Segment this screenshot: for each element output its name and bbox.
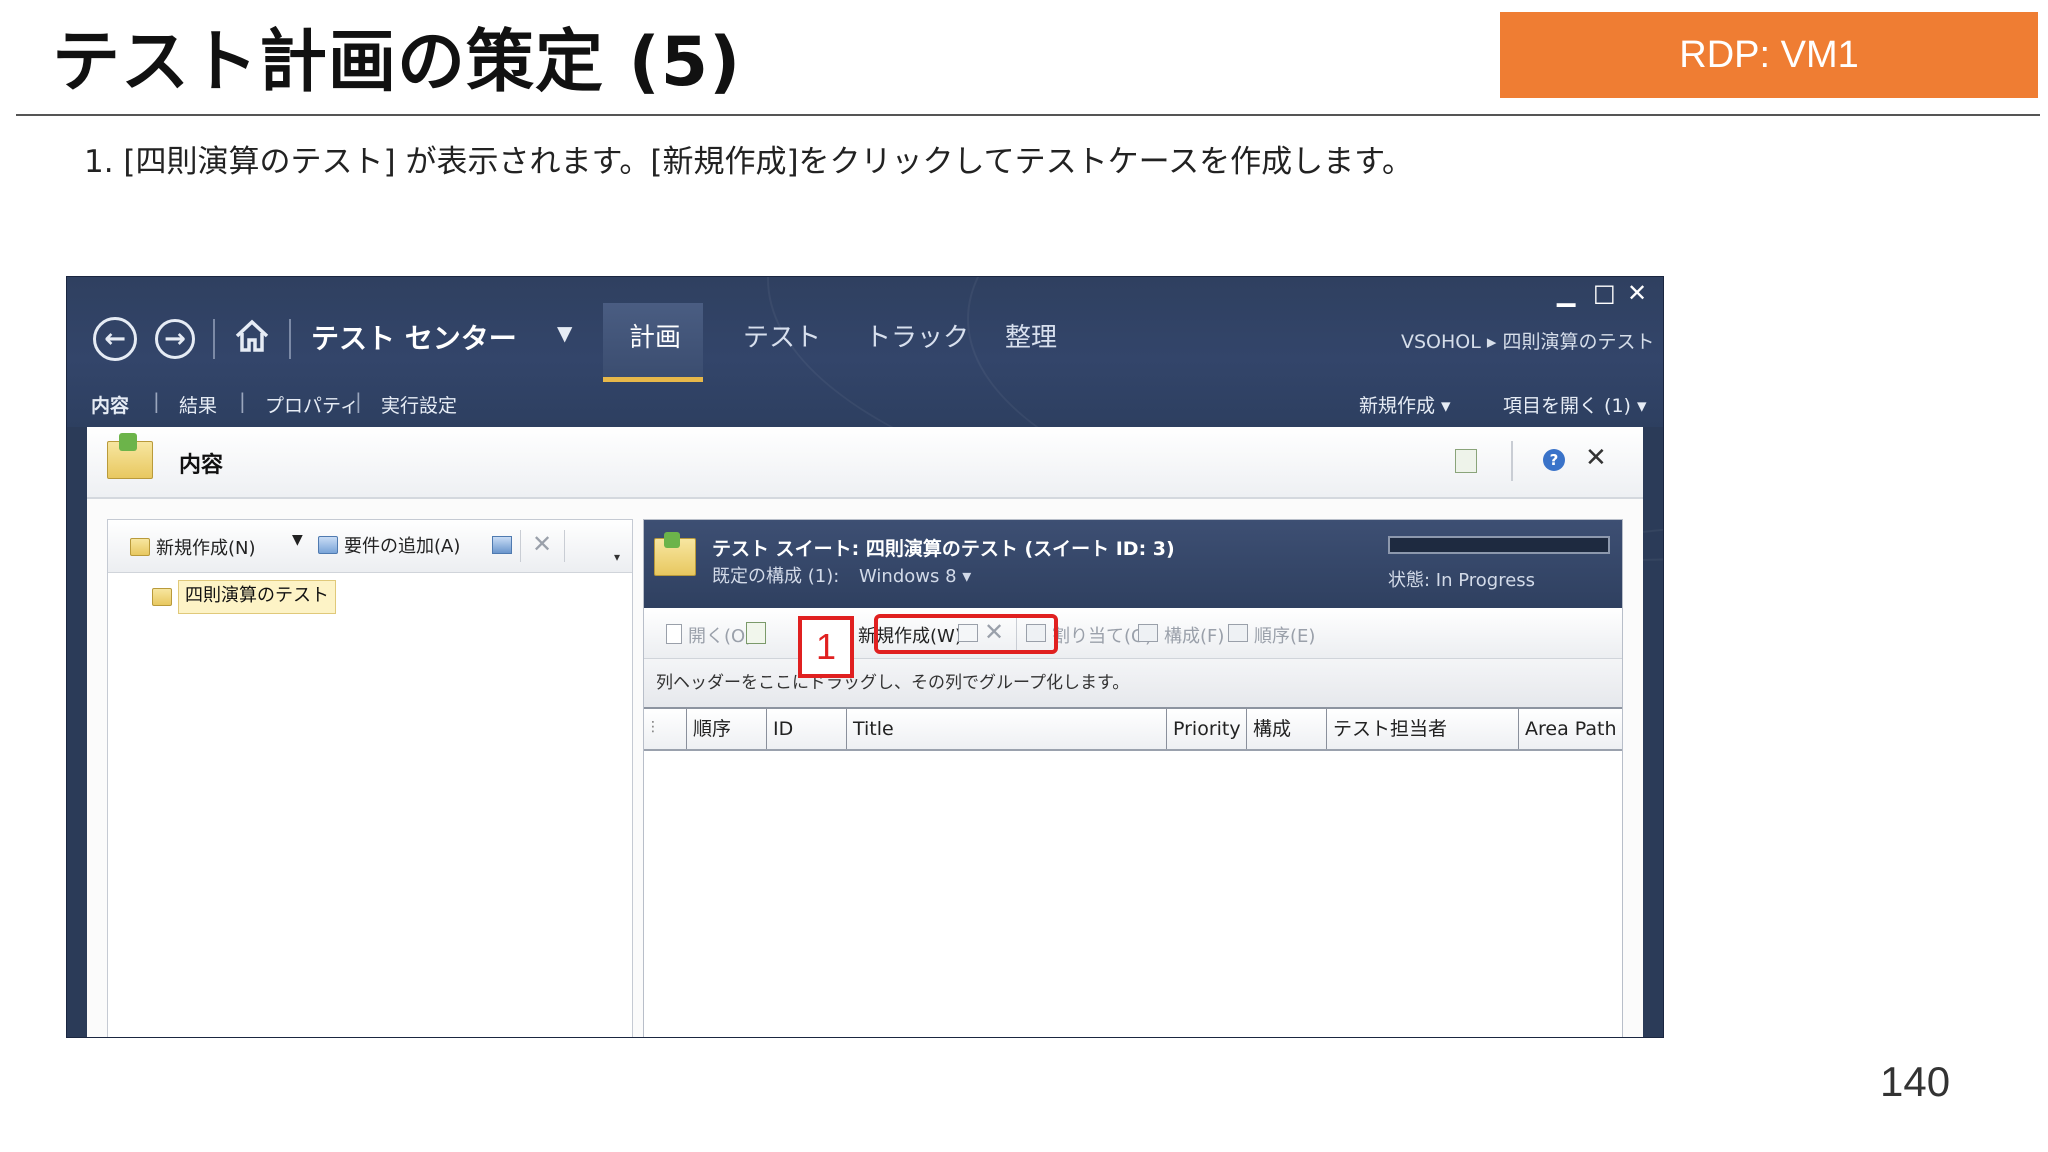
tree-new-button[interactable]: 新規作成(N) — [156, 534, 256, 560]
delete-icon[interactable]: ✕ — [532, 530, 552, 558]
maximize-icon[interactable]: □ — [1593, 279, 1616, 307]
configure-icon — [1138, 624, 1158, 642]
tree-new-dropdown-icon[interactable]: ▼ — [292, 532, 303, 548]
group-by-hint[interactable]: 列ヘッダーをここにドラッグし、その列でグループ化します。 — [644, 659, 1622, 709]
refresh-icon[interactable] — [1455, 449, 1477, 473]
new-menu[interactable]: 新規作成 ▾ — [1359, 391, 1451, 418]
column-configuration[interactable]: 構成 — [1246, 709, 1326, 749]
suite-config-label: 既定の構成 (1): — [712, 566, 840, 587]
suite-header: テスト スイート: 四則演算のテスト (スイート ID: 3) 既定の構成 (1… — [644, 520, 1622, 608]
header-separator — [213, 319, 215, 359]
tree-suite-icon — [152, 588, 172, 606]
forward-icon[interactable]: → — [155, 319, 195, 359]
open-icon — [666, 624, 682, 644]
suite-tree-pane: 新規作成(N) ▼ 要件の追加(A) ✕ ▾ 四則演算のテスト — [107, 519, 633, 1037]
column-priority[interactable]: Priority — [1166, 709, 1246, 749]
add-requirement-button[interactable]: 要件の追加(A) — [344, 532, 460, 558]
close-panel-icon[interactable]: ✕ — [1585, 443, 1607, 473]
toolbar-separator — [564, 530, 565, 562]
suite-badge-icon — [119, 433, 137, 451]
test-center-window: ▁ □ ✕ ← → テスト センター ▼ 計画 テスト トラック 整理 VSOH… — [66, 276, 1664, 1038]
suite-title: テスト スイート: 四則演算のテスト (スイート ID: 3) — [712, 538, 1175, 560]
slide-title: テスト計画の策定 (5) — [52, 23, 742, 102]
add-existing-icon[interactable] — [746, 622, 766, 644]
app-title: テスト センター — [311, 322, 517, 355]
toolbar-separator — [520, 530, 521, 562]
subnav-separator: | — [239, 389, 246, 413]
test-case-grid-header: ⋮ 順序 ID Title Priority 構成 テスト担当者 Area Pa… — [644, 709, 1622, 751]
tab-test[interactable]: テスト — [743, 317, 821, 354]
breadcrumb[interactable]: VSOHOL ▸ 四則演算のテスト — [1401, 327, 1654, 354]
home-icon[interactable] — [233, 317, 271, 355]
column-id[interactable]: ID — [766, 709, 846, 749]
close-window-icon[interactable]: ✕ — [1627, 279, 1647, 307]
subnav-properties[interactable]: プロパティ — [265, 391, 359, 418]
step-callout: 1 — [798, 616, 854, 678]
order-icon — [1228, 624, 1248, 642]
new-suite-icon — [130, 538, 150, 556]
add-requirement-icon — [318, 536, 338, 554]
content-panel: 内容 ? ✕ 新規作成(N) ▼ 要件の追加(A) ✕ ▾ 四則演算のテスト テ… — [87, 427, 1643, 1037]
tree-toolbar: 新規作成(N) ▼ 要件の追加(A) ✕ ▾ — [108, 520, 632, 573]
toolbar-overflow-icon[interactable]: ▾ — [614, 550, 620, 564]
column-tester[interactable]: テスト担当者 — [1326, 709, 1518, 749]
copy-suite-icon[interactable] — [492, 536, 512, 554]
configure-button[interactable]: 構成(F) — [1164, 622, 1224, 648]
subnav-separator: | — [153, 389, 160, 413]
open-button[interactable]: 開く(O) — [688, 622, 752, 648]
page-number: 140 — [1880, 1058, 1951, 1105]
instruction-text: 1. [四則演算のテスト] が表示されます。[新規作成]をクリックしてテストケー… — [84, 144, 1413, 180]
subnav-separator: | — [355, 389, 362, 413]
subnav-results[interactable]: 結果 — [179, 391, 217, 418]
suite-config-dropdown[interactable]: Windows 8 ▾ — [859, 566, 971, 587]
column-area-path[interactable]: Area Path — [1518, 709, 1622, 749]
tree-item-arithmetic-suite[interactable]: 四則演算のテスト — [178, 580, 336, 614]
column-order[interactable]: 順序 — [686, 709, 766, 749]
header-separator — [289, 319, 291, 359]
content-header: 内容 ? ✕ — [87, 427, 1643, 499]
order-button[interactable]: 順序(E) — [1254, 622, 1315, 648]
title-divider — [16, 114, 2040, 116]
grid-grip-icon: ⋮ — [646, 719, 660, 735]
help-icon[interactable]: ? — [1543, 449, 1565, 471]
suite-badge-icon — [664, 532, 680, 548]
back-icon[interactable]: ← — [93, 317, 137, 361]
open-item-menu[interactable]: 項目を開く (1) ▾ — [1503, 391, 1647, 418]
suite-status[interactable]: 状態: In Progress — [1388, 566, 1535, 592]
app-header: ▁ □ ✕ ← → テスト センター ▼ 計画 テスト トラック 整理 VSOH… — [67, 277, 1663, 561]
suite-progress-bar — [1388, 536, 1610, 554]
content-title: 内容 — [179, 453, 224, 478]
header-separator — [1511, 441, 1513, 481]
tab-organize[interactable]: 整理 — [1005, 317, 1057, 354]
subnav-contents[interactable]: 内容 — [91, 391, 129, 418]
new-button-highlight — [874, 614, 1058, 654]
subnav-run-settings[interactable]: 実行設定 — [381, 391, 457, 418]
assign-button[interactable]: 割り当て(G) — [1052, 622, 1152, 648]
minimize-icon[interactable]: ▁ — [1557, 279, 1575, 307]
rdp-badge: RDP: VM1 — [1500, 12, 2038, 98]
tab-plan[interactable]: 計画 — [629, 317, 681, 354]
tab-track[interactable]: トラック — [865, 317, 969, 354]
suite-detail-pane: テスト スイート: 四則演算のテスト (スイート ID: 3) 既定の構成 (1… — [643, 519, 1623, 1037]
column-title[interactable]: Title — [846, 709, 1166, 749]
app-title-dropdown-icon[interactable]: ▼ — [557, 321, 572, 345]
suite-config: 既定の構成 (1): Windows 8 ▾ — [712, 562, 971, 588]
test-case-toolbar: 開く(O) 新規作成(W) ✕ 割り当て(G) 構成(F) 順序(E) — [644, 608, 1622, 659]
